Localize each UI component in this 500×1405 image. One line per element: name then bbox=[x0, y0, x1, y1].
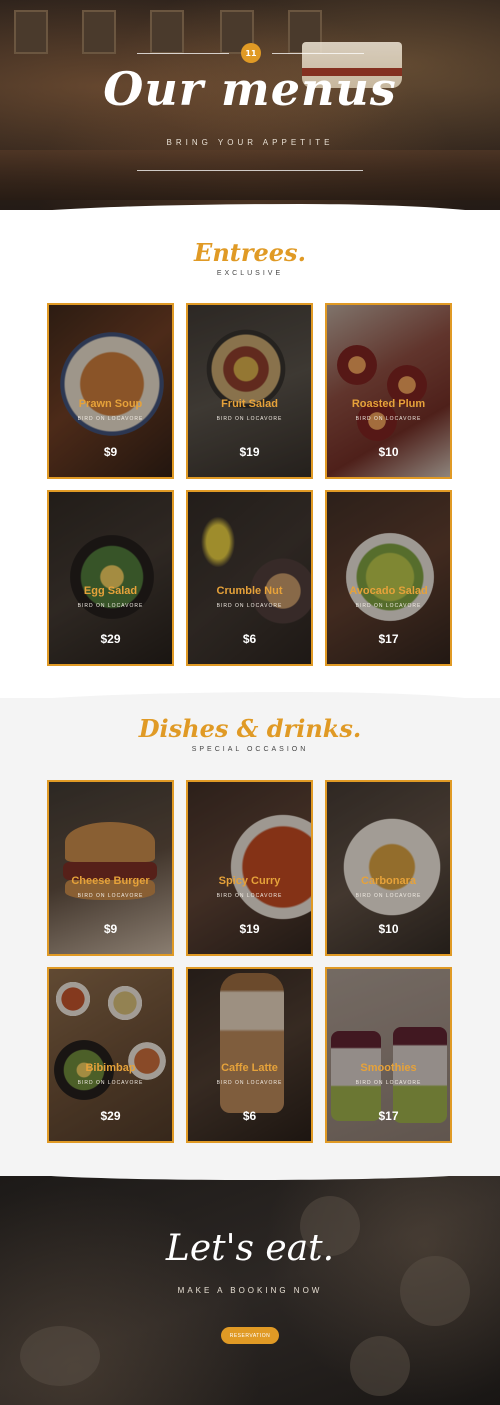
divider-line bbox=[272, 53, 364, 54]
item-name: Crumble Nut bbox=[216, 585, 283, 597]
item-name: Caffe Latte bbox=[221, 1062, 278, 1074]
hero-subtitle: BRING YOUR APPETITE bbox=[166, 138, 334, 147]
footer-title: Let's eat. bbox=[165, 1228, 335, 1269]
table-image bbox=[20, 1326, 100, 1386]
item-price: $29 bbox=[100, 632, 121, 646]
item-name: Smoothies bbox=[360, 1062, 417, 1074]
item-tag: BIRD ON LOCAVORE bbox=[355, 416, 422, 422]
wall-frame-image bbox=[150, 10, 184, 54]
item-tag: BIRD ON LOCAVORE bbox=[77, 1080, 144, 1086]
footer-subtitle: MAKE A BOOKING NOW bbox=[177, 1286, 323, 1295]
item-tag: BIRD ON LOCAVORE bbox=[77, 893, 144, 899]
item-name: Roasted Plum bbox=[351, 398, 426, 410]
item-price: $29 bbox=[100, 1109, 121, 1123]
section-subtitle: EXCLUSIVE bbox=[216, 270, 284, 277]
item-price: $10 bbox=[378, 445, 399, 459]
entrees-section: Entrees. EXCLUSIVE Prawn Soup BIRD ON LO… bbox=[0, 210, 500, 698]
menu-card[interactable]: Fruit Salad BIRD ON LOCAVORE $19 bbox=[186, 303, 313, 479]
item-tag: BIRD ON LOCAVORE bbox=[355, 603, 422, 609]
item-name: Bibimbap bbox=[85, 1062, 136, 1074]
page-title: Our menus bbox=[103, 62, 397, 116]
item-name: Spicy Curry bbox=[218, 875, 281, 887]
menu-card[interactable]: Egg Salad BIRD ON LOCAVORE $29 bbox=[47, 490, 174, 666]
bar-counter-image bbox=[0, 150, 500, 200]
table-image bbox=[350, 1336, 410, 1396]
item-tag: BIRD ON LOCAVORE bbox=[216, 893, 283, 899]
item-price: $6 bbox=[242, 1109, 257, 1123]
item-tag: BIRD ON LOCAVORE bbox=[77, 416, 144, 422]
menu-card[interactable]: Smoothies BIRD ON LOCAVORE $17 bbox=[325, 967, 452, 1143]
menu-card[interactable]: Prawn Soup BIRD ON LOCAVORE $9 bbox=[47, 303, 174, 479]
item-tag: BIRD ON LOCAVORE bbox=[355, 1080, 422, 1086]
menu-card[interactable]: Roasted Plum BIRD ON LOCAVORE $10 bbox=[325, 303, 452, 479]
item-tag: BIRD ON LOCAVORE bbox=[216, 603, 283, 609]
section-title: Entrees. bbox=[194, 238, 306, 267]
menu-card[interactable]: Bibimbap BIRD ON LOCAVORE $29 bbox=[47, 967, 174, 1143]
item-price: $19 bbox=[239, 445, 260, 459]
menu-card[interactable]: Avocado Salad BIRD ON LOCAVORE $17 bbox=[325, 490, 452, 666]
item-price: $6 bbox=[242, 632, 257, 646]
item-name: Fruit Salad bbox=[221, 398, 278, 410]
item-tag: BIRD ON LOCAVORE bbox=[216, 416, 283, 422]
item-tag: BIRD ON LOCAVORE bbox=[355, 893, 422, 899]
item-name: Cheese Burger bbox=[71, 875, 150, 887]
reservation-button[interactable]: RESERVATION bbox=[221, 1327, 279, 1344]
section-title: Dishes & drinks. bbox=[138, 714, 362, 743]
item-name: Prawn Soup bbox=[78, 398, 143, 410]
item-price: $17 bbox=[378, 632, 399, 646]
item-price: $17 bbox=[378, 1109, 399, 1123]
dishes-section: Dishes & drinks. SPECIAL OCCASION Cheese… bbox=[0, 698, 500, 1176]
item-name: Egg Salad bbox=[83, 585, 138, 597]
wall-frame-image bbox=[82, 10, 116, 54]
item-tag: BIRD ON LOCAVORE bbox=[77, 603, 144, 609]
item-name: Carbonara bbox=[360, 875, 417, 887]
menu-card[interactable]: Crumble Nut BIRD ON LOCAVORE $6 bbox=[186, 490, 313, 666]
section-subtitle: SPECIAL OCCASION bbox=[191, 746, 309, 753]
item-tag: BIRD ON LOCAVORE bbox=[216, 1080, 283, 1086]
item-price: $9 bbox=[103, 445, 118, 459]
menu-card[interactable]: Caffe Latte BIRD ON LOCAVORE $6 bbox=[186, 967, 313, 1143]
wall-frame-image bbox=[14, 10, 48, 54]
menu-card[interactable]: Spicy Curry BIRD ON LOCAVORE $19 bbox=[186, 780, 313, 956]
hero-badge: 11 bbox=[241, 43, 261, 63]
item-price: $10 bbox=[378, 922, 399, 936]
item-price: $9 bbox=[103, 922, 118, 936]
divider-line bbox=[137, 53, 229, 54]
item-price: $19 bbox=[239, 922, 260, 936]
reservation-banner: Let's eat. MAKE A BOOKING NOW RESERVATIO… bbox=[0, 1176, 500, 1405]
menu-card[interactable]: Carbonara BIRD ON LOCAVORE $10 bbox=[325, 780, 452, 956]
divider-line bbox=[137, 170, 363, 171]
hero-banner: 11 Our menus BRING YOUR APPETITE bbox=[0, 0, 500, 215]
menu-card[interactable]: Cheese Burger BIRD ON LOCAVORE $9 bbox=[47, 780, 174, 956]
item-name: Avocado Salad bbox=[349, 585, 428, 597]
